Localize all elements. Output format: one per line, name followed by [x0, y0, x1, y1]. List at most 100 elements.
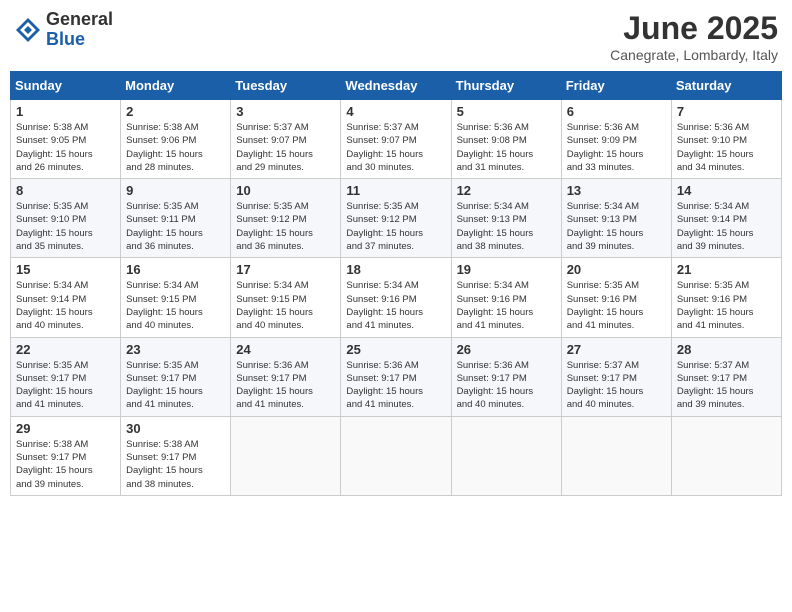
day-info: Sunrise: 5:34 AM Sunset: 9:15 PM Dayligh… [236, 279, 335, 332]
day-number: 6 [567, 104, 666, 119]
calendar-header-row: Sunday Monday Tuesday Wednesday Thursday… [11, 72, 782, 100]
logo: General Blue [14, 10, 113, 50]
calendar-week-row-3: 15Sunrise: 5:34 AM Sunset: 9:14 PM Dayli… [11, 258, 782, 337]
header-wednesday: Wednesday [341, 72, 451, 100]
calendar-cell: 28 Sunrise: 5:37 AM Sunset: 9:17 PM Dayli… [671, 337, 781, 416]
day-number: 19 [457, 262, 556, 277]
day-info: Sunrise: 5:34 AM Sunset: 9:13 PM Dayligh… [567, 200, 666, 253]
day-number: 13 [567, 183, 666, 198]
header-sunday: Sunday [11, 72, 121, 100]
calendar-cell: 23 Sunrise: 5:35 AM Sunset: 9:17 PM Dayli… [121, 337, 231, 416]
day-info: Sunrise: 5:38 AM Sunset: 9:17 PM Dayligh… [126, 438, 225, 491]
day-number: 24 [236, 342, 335, 357]
header-tuesday: Tuesday [231, 72, 341, 100]
calendar-cell: 8 Sunrise: 5:35 AM Sunset: 9:10 PM Daylig… [11, 179, 121, 258]
logo-blue-text: Blue [46, 30, 113, 50]
day-info: Sunrise: 5:36 AM Sunset: 9:17 PM Dayligh… [457, 359, 556, 412]
day-info: Sunrise: 5:37 AM Sunset: 9:17 PM Dayligh… [677, 359, 776, 412]
day-number: 18 [346, 262, 445, 277]
calendar-cell: 25 Sunrise: 5:36 AM Sunset: 9:17 PM Dayli… [341, 337, 451, 416]
calendar-cell: 19 Sunrise: 5:34 AM Sunset: 9:16 PM Dayli… [451, 258, 561, 337]
calendar-cell: 14 Sunrise: 5:34 AM Sunset: 9:14 PM Dayli… [671, 179, 781, 258]
day-info: Sunrise: 5:38 AM Sunset: 9:17 PM Dayligh… [16, 438, 115, 491]
calendar-cell: 15Sunrise: 5:34 AM Sunset: 9:14 PM Dayli… [11, 258, 121, 337]
calendar-cell: 9Sunrise: 5:35 AM Sunset: 9:11 PM Daylig… [121, 179, 231, 258]
page-header: General Blue June 2025 Canegrate, Lombar… [10, 10, 782, 63]
day-info: Sunrise: 5:35 AM Sunset: 9:12 PM Dayligh… [346, 200, 445, 253]
calendar-cell: 21Sunrise: 5:35 AM Sunset: 9:16 PM Dayli… [671, 258, 781, 337]
calendar-table: Sunday Monday Tuesday Wednesday Thursday… [10, 71, 782, 496]
calendar-cell: 4 Sunrise: 5:37 AM Sunset: 9:07 PM Daylig… [341, 100, 451, 179]
day-info: Sunrise: 5:35 AM Sunset: 9:17 PM Dayligh… [16, 359, 115, 412]
day-number: 1 [16, 104, 115, 119]
calendar-cell: 24 Sunrise: 5:36 AM Sunset: 9:17 PM Dayli… [231, 337, 341, 416]
calendar-cell: 20 Sunrise: 5:35 AM Sunset: 9:16 PM Dayli… [561, 258, 671, 337]
logo-general-text: General [46, 10, 113, 30]
month-year-title: June 2025 [610, 10, 778, 47]
day-info: Sunrise: 5:35 AM Sunset: 9:16 PM Dayligh… [567, 279, 666, 332]
day-number: 21 [677, 262, 776, 277]
header-saturday: Saturday [671, 72, 781, 100]
day-number: 14 [677, 183, 776, 198]
day-number: 28 [677, 342, 776, 357]
day-info: Sunrise: 5:35 AM Sunset: 9:10 PM Dayligh… [16, 200, 115, 253]
title-block: June 2025 Canegrate, Lombardy, Italy [610, 10, 778, 63]
day-info: Sunrise: 5:34 AM Sunset: 9:13 PM Dayligh… [457, 200, 556, 253]
day-info: Sunrise: 5:36 AM Sunset: 9:08 PM Dayligh… [457, 121, 556, 174]
day-number: 20 [567, 262, 666, 277]
day-number: 12 [457, 183, 556, 198]
day-info: Sunrise: 5:37 AM Sunset: 9:07 PM Dayligh… [236, 121, 335, 174]
logo-icon [14, 16, 42, 44]
location-subtitle: Canegrate, Lombardy, Italy [610, 47, 778, 63]
calendar-week-row-2: 8 Sunrise: 5:35 AM Sunset: 9:10 PM Daylig… [11, 179, 782, 258]
day-info: Sunrise: 5:38 AM Sunset: 9:06 PM Dayligh… [126, 121, 225, 174]
calendar-cell: 17 Sunrise: 5:34 AM Sunset: 9:15 PM Dayli… [231, 258, 341, 337]
calendar-cell: 12 Sunrise: 5:34 AM Sunset: 9:13 PM Dayli… [451, 179, 561, 258]
day-info: Sunrise: 5:34 AM Sunset: 9:14 PM Dayligh… [16, 279, 115, 332]
day-number: 8 [16, 183, 115, 198]
day-info: Sunrise: 5:38 AM Sunset: 9:05 PM Dayligh… [16, 121, 115, 174]
day-number: 17 [236, 262, 335, 277]
calendar-week-row-4: 22Sunrise: 5:35 AM Sunset: 9:17 PM Dayli… [11, 337, 782, 416]
day-number: 23 [126, 342, 225, 357]
day-number: 29 [16, 421, 115, 436]
day-number: 7 [677, 104, 776, 119]
calendar-cell [671, 416, 781, 495]
header-monday: Monday [121, 72, 231, 100]
calendar-cell [451, 416, 561, 495]
calendar-cell: 22Sunrise: 5:35 AM Sunset: 9:17 PM Dayli… [11, 337, 121, 416]
day-info: Sunrise: 5:35 AM Sunset: 9:17 PM Dayligh… [126, 359, 225, 412]
header-thursday: Thursday [451, 72, 561, 100]
day-info: Sunrise: 5:37 AM Sunset: 9:07 PM Dayligh… [346, 121, 445, 174]
calendar-cell: 18 Sunrise: 5:34 AM Sunset: 9:16 PM Dayli… [341, 258, 451, 337]
calendar-cell: 27Sunrise: 5:37 AM Sunset: 9:17 PM Dayli… [561, 337, 671, 416]
day-info: Sunrise: 5:34 AM Sunset: 9:15 PM Dayligh… [126, 279, 225, 332]
day-info: Sunrise: 5:36 AM Sunset: 9:17 PM Dayligh… [236, 359, 335, 412]
day-number: 4 [346, 104, 445, 119]
day-number: 5 [457, 104, 556, 119]
day-number: 11 [346, 183, 445, 198]
day-info: Sunrise: 5:34 AM Sunset: 9:14 PM Dayligh… [677, 200, 776, 253]
day-number: 26 [457, 342, 556, 357]
calendar-cell: 16 Sunrise: 5:34 AM Sunset: 9:15 PM Dayli… [121, 258, 231, 337]
calendar-cell: 6Sunrise: 5:36 AM Sunset: 9:09 PM Daylig… [561, 100, 671, 179]
day-info: Sunrise: 5:37 AM Sunset: 9:17 PM Dayligh… [567, 359, 666, 412]
header-friday: Friday [561, 72, 671, 100]
day-number: 10 [236, 183, 335, 198]
day-info: Sunrise: 5:36 AM Sunset: 9:17 PM Dayligh… [346, 359, 445, 412]
calendar-cell: 11 Sunrise: 5:35 AM Sunset: 9:12 PM Dayli… [341, 179, 451, 258]
day-info: Sunrise: 5:34 AM Sunset: 9:16 PM Dayligh… [346, 279, 445, 332]
calendar-cell: 10Sunrise: 5:35 AM Sunset: 9:12 PM Dayli… [231, 179, 341, 258]
day-number: 3 [236, 104, 335, 119]
day-number: 2 [126, 104, 225, 119]
calendar-cell: 3 Sunrise: 5:37 AM Sunset: 9:07 PM Daylig… [231, 100, 341, 179]
calendar-cell [341, 416, 451, 495]
calendar-cell: 26 Sunrise: 5:36 AM Sunset: 9:17 PM Dayli… [451, 337, 561, 416]
day-info: Sunrise: 5:34 AM Sunset: 9:16 PM Dayligh… [457, 279, 556, 332]
calendar-cell [561, 416, 671, 495]
day-number: 16 [126, 262, 225, 277]
day-info: Sunrise: 5:35 AM Sunset: 9:11 PM Dayligh… [126, 200, 225, 253]
day-number: 25 [346, 342, 445, 357]
day-number: 30 [126, 421, 225, 436]
calendar-week-row-1: 1 Sunrise: 5:38 AM Sunset: 9:05 PM Daylig… [11, 100, 782, 179]
